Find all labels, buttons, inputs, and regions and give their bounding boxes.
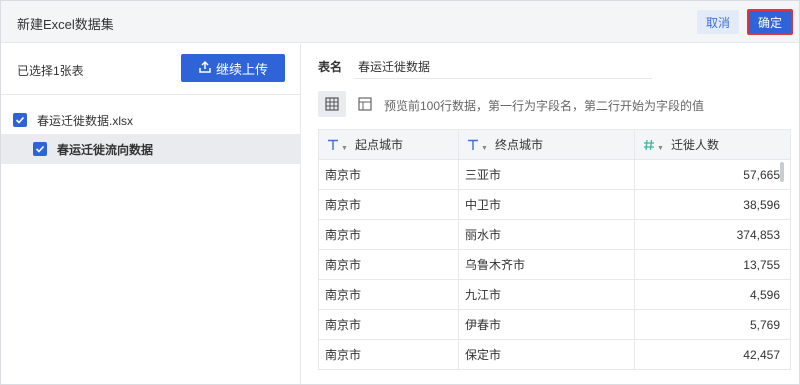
table-cell: 57,665 (634, 159, 791, 190)
table-name-underline (354, 78, 652, 79)
table-cell: 南京市 (318, 219, 459, 250)
text-type-icon[interactable]: ▼ (327, 139, 348, 152)
column-label: 起点城市 (355, 138, 404, 152)
caret-down-icon: ▼ (657, 144, 664, 152)
table-cell: 伊春市 (458, 309, 635, 340)
table-header-row: ▼ 起点城市 ▼ 终点城市 ▼ 迁徙人数 (318, 129, 791, 160)
sheet-name: 春运迁徙流向数据 (57, 142, 154, 157)
preview-table: ▼ 起点城市 ▼ 终点城市 ▼ 迁徙人数 南京市 三亚市 57,665 南京市 … (318, 129, 791, 370)
column-header[interactable]: ▼ 迁徙人数 (634, 129, 791, 160)
grid-view-icon[interactable] (318, 91, 346, 117)
cancel-button[interactable]: 取消 (697, 10, 739, 34)
table-row: 南京市 丽水市 374,853 (318, 219, 791, 250)
preview-panel: 表名 春运迁徙数据 预览前100行数据，第一行为字段名，第二行开始为字段的值 ▼ (302, 44, 799, 384)
dialog-header: 新建Excel数据集 取消 确定 (1, 1, 799, 43)
file-name: 春运迁徙数据.xlsx (37, 113, 134, 128)
continue-upload-button[interactable]: 继续上传 (181, 54, 285, 82)
table-cell: 南京市 (318, 249, 459, 280)
table-view-icon[interactable] (356, 95, 374, 113)
table-scrollbar[interactable] (780, 162, 784, 182)
table-row: 南京市 九江市 4,596 (318, 279, 791, 310)
table-cell: 南京市 (318, 189, 459, 220)
table-name-label: 表名 (318, 60, 343, 74)
table-row: 南京市 三亚市 57,665 (318, 159, 791, 190)
text-type-icon[interactable]: ▼ (467, 139, 488, 152)
table-cell: 南京市 (318, 279, 459, 310)
table-row: 南京市 乌鲁木齐市 13,755 (318, 249, 791, 280)
table-cell: 三亚市 (458, 159, 635, 190)
number-type-icon[interactable]: ▼ (643, 139, 664, 152)
table-name-input[interactable]: 春运迁徙数据 (358, 58, 430, 75)
table-row: 南京市 伊春市 5,769 (318, 309, 791, 340)
preview-hint: 预览前100行数据，第一行为字段名，第二行开始为字段的值 (384, 99, 705, 113)
table-row: 南京市 中卫市 38,596 (318, 189, 791, 220)
table-cell: 丽水市 (458, 219, 635, 250)
table-cell: 南京市 (318, 339, 459, 370)
table-cell: 九江市 (458, 279, 635, 310)
column-header[interactable]: ▼ 终点城市 (458, 129, 635, 160)
table-cell: 42,457 (634, 339, 791, 370)
tree-item-sheet[interactable]: 春运迁徙流向数据 (1, 134, 301, 164)
file-checkbox[interactable] (13, 113, 27, 127)
table-cell: 38,596 (634, 189, 791, 220)
divider (1, 94, 301, 95)
table-cell: 南京市 (318, 159, 459, 190)
tree-item-file[interactable]: 春运迁徙数据.xlsx (1, 106, 301, 134)
confirm-button[interactable]: 确定 (747, 9, 793, 35)
table-cell: 乌鲁木齐市 (458, 249, 635, 280)
table-row: 南京市 保定市 42,457 (318, 339, 791, 370)
table-cell: 南京市 (318, 309, 459, 340)
upload-icon (198, 60, 212, 77)
table-cell: 5,769 (634, 309, 791, 340)
file-panel: 已选择1张表 继续上传 春运迁徙数据.xlsx 春运迁徙流向数据 (1, 44, 301, 384)
table-cell: 4,596 (634, 279, 791, 310)
selected-count: 已选择1张表 (17, 64, 84, 78)
column-header[interactable]: ▼ 起点城市 (318, 129, 459, 160)
dialog-title: 新建Excel数据集 (17, 17, 114, 32)
column-label: 终点城市 (495, 138, 544, 152)
caret-down-icon: ▼ (481, 144, 488, 152)
table-cell: 374,853 (634, 219, 791, 250)
table-cell: 保定市 (458, 339, 635, 370)
upload-label: 继续上传 (215, 61, 268, 77)
new-excel-dataset-dialog: 新建Excel数据集 取消 确定 已选择1张表 继续上传 春运迁徙数据.xlsx… (0, 0, 800, 385)
table-cell: 13,755 (634, 249, 791, 280)
sheet-checkbox[interactable] (33, 142, 47, 156)
table-cell: 中卫市 (458, 189, 635, 220)
column-label: 迁徙人数 (671, 138, 720, 152)
caret-down-icon: ▼ (341, 144, 348, 152)
